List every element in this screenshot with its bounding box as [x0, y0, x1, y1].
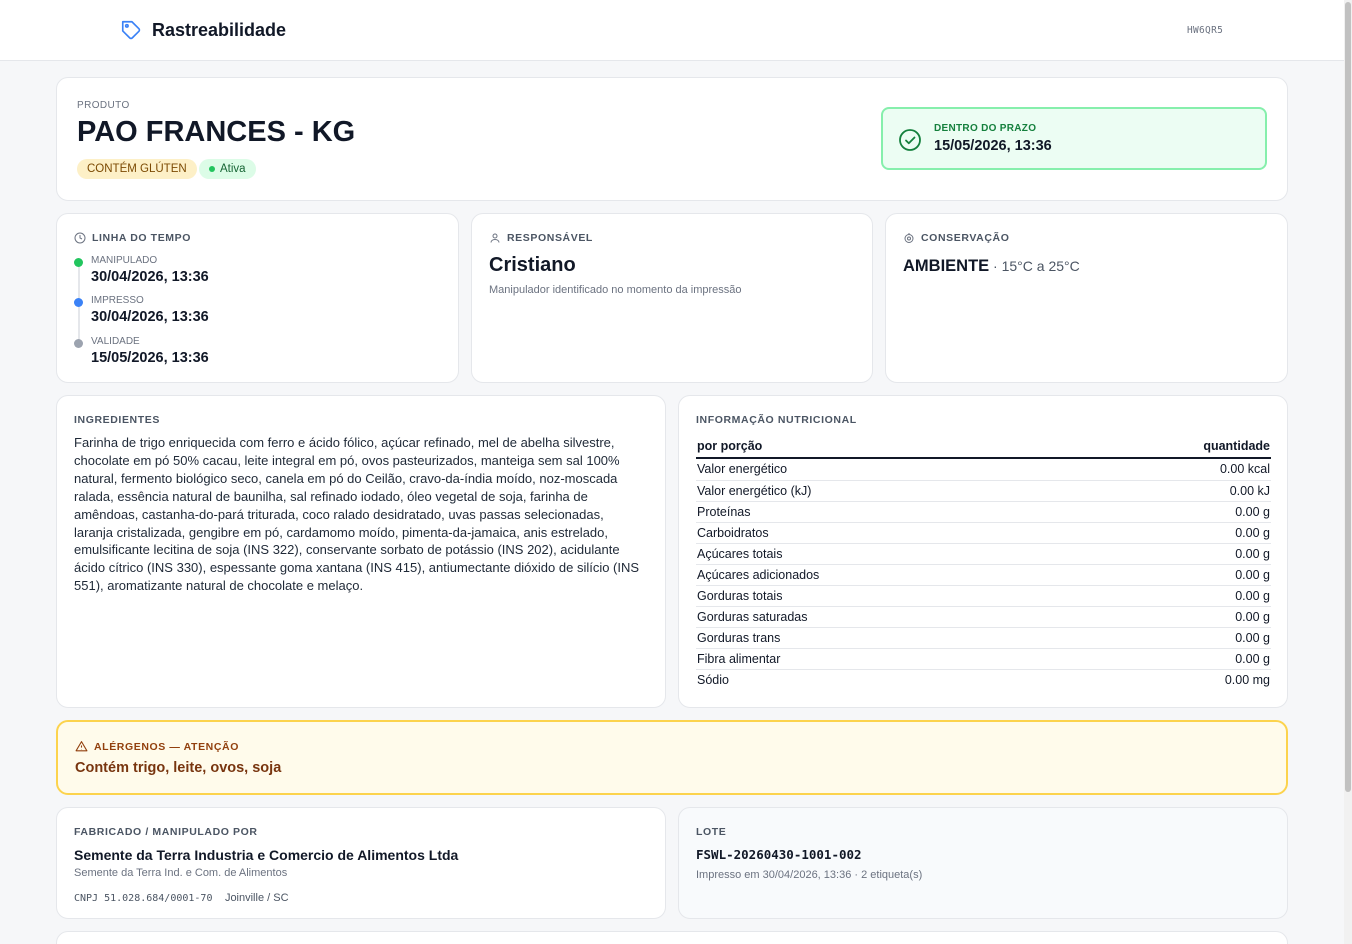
responsible-label: RESPONSÁVEL — [507, 232, 593, 244]
ingredients-card: INGREDIENTES Farinha de trigo enriquecid… — [56, 395, 666, 708]
nutrition-col-value: quantidade — [1203, 439, 1270, 453]
status-dot — [209, 166, 215, 172]
clock-icon — [74, 232, 86, 244]
product-label: PRODUTO — [77, 100, 130, 111]
nutrient-name: Proteínas — [696, 501, 1102, 523]
nutrient-name: Carboidratos — [696, 522, 1102, 544]
nutrient-value: 0.00 g — [1101, 564, 1271, 586]
user-icon — [490, 233, 500, 243]
timeline-dot — [74, 339, 83, 348]
timeline-card: LINHA DO TEMPO MANIPULADO 30/04/2026, 13… — [56, 213, 459, 383]
top-bar: Rastreabilidade HW6QR5 — [0, 0, 1344, 61]
nutrient-value: 0.00 g — [1101, 501, 1271, 523]
responsible-card: RESPONSÁVEL Cristiano Manipulador identi… — [471, 213, 873, 383]
nutrient-value: 0.00 g — [1101, 522, 1271, 544]
product-card: PRODUTO PAO FRANCES - KG CONTÉM GLÚTEN A… — [56, 77, 1288, 201]
nutrient-name: Valor energético (kJ) — [696, 480, 1102, 502]
timeline-item-label: MANIPULADO — [91, 255, 158, 266]
nutrient-name: Açúcares totais — [696, 543, 1102, 565]
nutrient-value: 0.00 mg — [1224, 672, 1270, 687]
nutrient-name: Gorduras trans — [696, 627, 1102, 649]
nutrient-value: 0.00 kJ — [1101, 480, 1271, 502]
ingredients-text: Farinha de trigo enriquecida com ferro e… — [74, 435, 640, 594]
nutrient-value: 0.00 kcal — [1101, 459, 1271, 481]
nutrition-row: Gorduras saturadas 0.00 g — [696, 606, 1271, 628]
timeline-item-value: 15/05/2026, 13:36 — [91, 350, 209, 366]
timeline-dot — [74, 258, 83, 267]
gluten-badge: CONTÉM GLÚTEN — [77, 159, 197, 179]
timeline-dot — [74, 298, 83, 307]
lot-label: LOTE — [696, 826, 727, 838]
nutrition-table: por porção quantidade Valor energético 0.… — [696, 439, 1271, 690]
status-badge: Ativa — [199, 159, 256, 179]
scrollbar-thumb[interactable] — [1345, 2, 1351, 792]
tag-icon — [121, 20, 141, 40]
status-label: Ativa — [220, 163, 246, 175]
lot-code: FSWL-20260430-1001-002 — [696, 847, 862, 862]
allergen-label: ALÉRGENOS — ATENÇÃO — [94, 740, 239, 753]
manufacturer-label: FABRICADO / MANIPULADO POR — [74, 826, 258, 838]
manufacturer-card: FABRICADO / MANIPULADO POR Semente da Te… — [56, 807, 666, 919]
responsible-note: Manipulador identificado no momento da i… — [489, 284, 742, 296]
nutrient-name: Fibra alimentar — [696, 648, 1102, 670]
nutrient-name: Açúcares adicionados — [696, 564, 1102, 586]
nutrient-value: 0.00 g — [1101, 543, 1271, 565]
nutrition-row: Valor energético (kJ) 0.00 kJ — [696, 480, 1271, 502]
manufacturer-trade-name: Semente da Terra Ind. e Com. de Alimento… — [74, 867, 288, 879]
thermometer-icon — [904, 233, 914, 243]
nutrition-row: Gorduras totais 0.00 g — [696, 585, 1271, 607]
conservation-type: AMBIENTE — [903, 257, 990, 275]
nutrient-name: Gorduras saturadas — [696, 606, 1102, 628]
nutrition-col-name: por porção — [697, 439, 763, 453]
allergen-text: Contém trigo, leite, ovos, soja — [75, 760, 282, 776]
timeline-item-label: VALIDADE — [91, 336, 140, 347]
conservation-range: · 15°C a 25°C — [989, 258, 1080, 274]
validity-date: 15/05/2026, 13:36 — [934, 138, 1052, 154]
conservation-card: CONSERVAÇÃO AMBIENTE · 15°C a 25°C — [885, 213, 1288, 383]
scrollbar[interactable] — [1344, 0, 1352, 944]
nutrition-label: INFORMAÇÃO NUTRICIONAL — [696, 414, 857, 426]
validity-status: DENTRO DO PRAZO — [934, 123, 1037, 134]
timeline-item-label: IMPRESSO — [91, 295, 144, 306]
timeline-label: LINHA DO TEMPO — [92, 232, 192, 244]
timeline-item-value: 30/04/2026, 13:36 — [91, 309, 209, 325]
nutrient-name: Valor energético — [696, 459, 1102, 481]
label-code: HW6QR5 — [1187, 25, 1224, 36]
nutrition-row: Gorduras trans 0.00 g — [696, 627, 1271, 649]
timeline-item-value: 30/04/2026, 13:36 — [91, 269, 209, 285]
nutrition-header: por porção quantidade — [696, 439, 1271, 459]
allergen-alert: ALÉRGENOS — ATENÇÃO Contém trigo, leite,… — [56, 720, 1288, 795]
manufacturer-city: Joinville / SC — [224, 892, 289, 904]
nutrient-name: Gorduras totais — [696, 585, 1102, 607]
nutrition-row: Proteínas 0.00 g — [696, 501, 1271, 523]
nutrient-value: 0.00 g — [1101, 627, 1271, 649]
nutrition-row: Carboidratos 0.00 g — [696, 522, 1271, 544]
next-card — [56, 931, 1288, 944]
nutrition-row: Fibra alimentar 0.00 g — [696, 648, 1271, 670]
nutrition-row: Açúcares adicionados 0.00 g — [696, 564, 1271, 586]
nutrition-row: Valor energético 0.00 kcal — [696, 459, 1271, 481]
nutrition-row: Açúcares totais 0.00 g — [696, 543, 1271, 565]
nutrient-value: 0.00 g — [1101, 648, 1271, 670]
manufacturer-cnpj: CNPJ 51.028.684/0001-70 — [74, 893, 213, 904]
nutrient-value: 0.00 g — [1101, 606, 1271, 628]
lot-printed: Impresso em 30/04/2026, 13:36 · 2 etique… — [696, 869, 923, 881]
nutrition-rows: Valor energético 0.00 kcal Valor energétic… — [696, 459, 1271, 690]
nutrient-name: Sódio — [697, 672, 729, 687]
ingredients-label: INGREDIENTES — [74, 414, 160, 426]
product-name: PAO FRANCES - KG — [77, 116, 356, 148]
lot-card: LOTE FSWL-20260430-1001-002 Impresso em … — [678, 807, 1288, 919]
responsible-name: Cristiano — [489, 254, 576, 276]
conservation-label: CONSERVAÇÃO — [921, 232, 1010, 244]
manufacturer-name: Semente da Terra Industria e Comercio de… — [74, 847, 459, 863]
nutrient-value: 0.00 g — [1101, 585, 1271, 607]
nutrition-card: INFORMAÇÃO NUTRICIONAL por porção quanti… — [678, 395, 1288, 708]
app-title: Rastreabilidade — [152, 19, 287, 40]
check-circle-icon — [899, 129, 921, 151]
brand[interactable]: Rastreabilidade — [120, 19, 286, 41]
nutrition-row: Sódio 0.00 mg — [696, 669, 1271, 690]
validity-box: DENTRO DO PRAZO 15/05/2026, 13:36 — [881, 107, 1267, 170]
warning-icon — [75, 741, 88, 752]
